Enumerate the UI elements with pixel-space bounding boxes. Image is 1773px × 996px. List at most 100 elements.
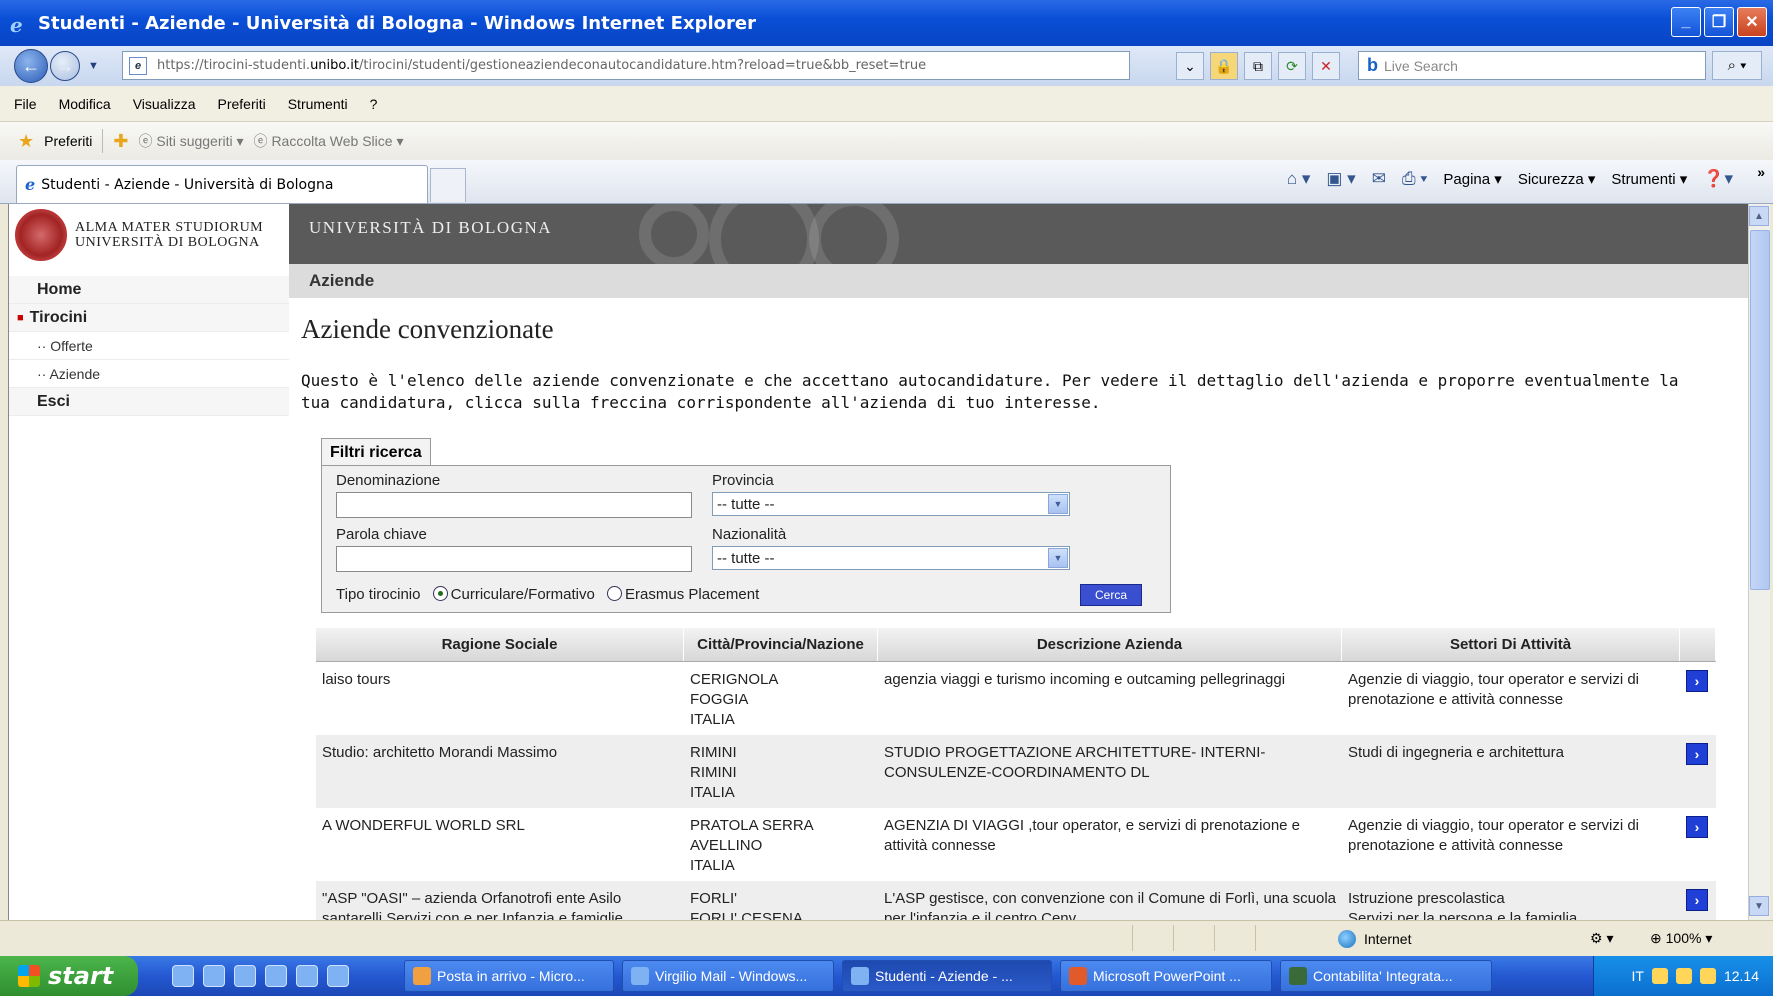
cerca-button[interactable]: Cerca xyxy=(1080,584,1142,606)
new-tab-button[interactable] xyxy=(430,168,466,202)
arrow-right-icon[interactable]: › xyxy=(1686,816,1708,838)
quicklaunch-ie-icon[interactable] xyxy=(172,965,194,987)
mail-icon[interactable]: ✉ xyxy=(1372,169,1386,189)
window-title: Studenti - Aziende - Università di Bolog… xyxy=(38,12,756,34)
minimize-button[interactable]: _ xyxy=(1671,7,1701,37)
radio-curriculare[interactable] xyxy=(432,586,448,601)
arrow-right-icon[interactable]: › xyxy=(1686,670,1708,692)
zoom-control[interactable]: ⊕ 100% ▾ xyxy=(1650,930,1712,947)
radio-erasmus[interactable] xyxy=(607,586,623,601)
lock-icon[interactable]: 🔒 xyxy=(1210,52,1238,80)
menu-modifica[interactable]: Modifica xyxy=(59,96,111,112)
quick-launch xyxy=(172,965,349,987)
ie-icon xyxy=(851,967,869,985)
tray-icon[interactable] xyxy=(1699,968,1716,984)
add-favorite-icon[interactable]: ✚ xyxy=(113,131,128,152)
address-dropdown-icon[interactable]: ⌄ xyxy=(1176,52,1204,80)
help-icon[interactable]: ❓▾ xyxy=(1703,169,1733,189)
task-contabilita[interactable]: Contabilita' Integrata... xyxy=(1280,960,1492,992)
header-descrizione[interactable]: Descrizione Azienda xyxy=(878,628,1342,661)
sidebar-item-home[interactable]: Home xyxy=(9,276,289,304)
task-outlook[interactable]: Posta in arrivo - Micro... xyxy=(404,960,614,992)
pagina-menu[interactable]: Pagina ▾ xyxy=(1443,170,1501,188)
tab-studenti-aziende[interactable]: e Studenti - Aziende - Università di Bol… xyxy=(16,165,428,203)
menu-preferiti[interactable]: Preferiti xyxy=(217,96,265,112)
home-icon[interactable]: ⌂ ▾ xyxy=(1287,169,1311,189)
window-titlebar: e Studenti - Aziende - Università di Bol… xyxy=(0,0,1773,46)
language-indicator[interactable]: IT xyxy=(1632,968,1644,984)
favorites-button[interactable]: Preferiti xyxy=(44,133,92,149)
web-slice-link[interactable]: ⓔ Raccolta Web Slice ▾ xyxy=(254,131,404,151)
scroll-down-icon[interactable]: ▼ xyxy=(1749,896,1769,916)
chevron-down-icon[interactable]: ▼ xyxy=(1048,494,1068,514)
table-row: A WONDERFUL WORLD SRL PRATOLA SERRA AVELL… xyxy=(316,808,1716,881)
start-button[interactable]: start xyxy=(0,956,138,996)
provincia-select[interactable]: -- tutte -- ▼ xyxy=(712,492,1070,516)
header-settori[interactable]: Settori Di Attività xyxy=(1342,628,1680,661)
windows-flag-icon xyxy=(18,965,40,987)
arrow-right-icon[interactable]: › xyxy=(1686,889,1708,911)
nazionalita-select[interactable]: -- tutte -- ▼ xyxy=(712,546,1070,570)
quicklaunch-outlook-icon[interactable] xyxy=(296,965,318,987)
recent-pages-dropdown[interactable]: ▼ xyxy=(88,60,99,72)
task-buttons: Posta in arrivo - Micro... Virgilio Mail… xyxy=(404,960,1492,992)
command-bar: ⌂ ▾ ▣ ▾ ✉ ⎙ ▾ Pagina ▾ Sicurezza ▾ Strum… xyxy=(1287,169,1733,189)
section-title: Aziende xyxy=(289,264,1748,298)
feeds-icon[interactable]: ▣ ▾ xyxy=(1326,169,1355,189)
sidebar-item-offerte[interactable]: ·· Offerte xyxy=(9,332,289,360)
cell-ragione: A WONDERFUL WORLD SRL xyxy=(322,817,525,834)
refresh-icon[interactable]: ⟳ xyxy=(1278,52,1306,80)
quicklaunch-app-icon[interactable] xyxy=(203,965,225,987)
menu-file[interactable]: File xyxy=(14,96,37,112)
address-input[interactable]: e https://tirocini-studenti.unibo.it/tir… xyxy=(122,51,1130,80)
task-virgilio[interactable]: Virgilio Mail - Windows... xyxy=(622,960,834,992)
menu-help[interactable]: ? xyxy=(370,96,378,112)
scroll-thumb[interactable] xyxy=(1750,230,1770,590)
outlook-icon xyxy=(413,967,431,985)
quicklaunch-doc-icon[interactable] xyxy=(327,965,349,987)
scroll-up-icon[interactable]: ▲ xyxy=(1749,206,1769,226)
sidebar-item-tirocini[interactable]: ■ Tirocini xyxy=(9,304,289,332)
compatibility-icon[interactable]: ⧉ xyxy=(1244,52,1272,80)
gear-decoration-icon xyxy=(809,204,899,264)
maximize-button[interactable]: ❐ xyxy=(1704,7,1734,37)
cell-ragione: "ASP "OASI" – azienda Orfanotrofi ente A… xyxy=(322,890,623,920)
favorites-star-icon[interactable]: ★ xyxy=(18,131,34,152)
sidebar-item-aziende[interactable]: ·· Aziende xyxy=(9,360,289,388)
intro-text: Questo è l'elenco delle aziende convenzi… xyxy=(301,371,1679,412)
forward-button[interactable]: → xyxy=(50,51,80,81)
parola-chiave-input[interactable] xyxy=(336,546,692,572)
strumenti-menu[interactable]: Strumenti ▾ xyxy=(1611,170,1687,188)
search-input[interactable]: b Live Search xyxy=(1358,51,1706,80)
page-icon: e xyxy=(129,56,147,75)
print-icon[interactable]: ⎙ ▾ xyxy=(1402,169,1427,189)
protected-mode-icon[interactable]: ⚙ ▾ xyxy=(1590,930,1613,947)
stop-icon[interactable]: ✕ xyxy=(1312,52,1340,80)
quicklaunch-app-icon[interactable] xyxy=(265,965,287,987)
quicklaunch-app-icon[interactable] xyxy=(234,965,256,987)
task-studenti-aziende[interactable]: Studenti - Aziende - ... xyxy=(842,960,1052,992)
header-ragione-sociale[interactable]: Ragione Sociale xyxy=(316,628,684,661)
menu-visualizza[interactable]: Visualizza xyxy=(133,96,196,112)
chevron-more-icon[interactable]: » xyxy=(1757,164,1765,180)
menu-strumenti[interactable]: Strumenti xyxy=(288,96,348,112)
close-button[interactable]: ✕ xyxy=(1737,7,1767,37)
task-powerpoint[interactable]: Microsoft PowerPoint ... xyxy=(1060,960,1272,992)
tray-icon[interactable] xyxy=(1675,968,1692,984)
security-zone[interactable]: Internet xyxy=(1338,929,1411,948)
app-icon xyxy=(1289,967,1307,985)
vertical-scrollbar[interactable]: ▲ ▼ xyxy=(1748,204,1770,920)
back-button[interactable]: ← xyxy=(14,49,48,83)
cell-settori: Studi di ingegneria e architettura xyxy=(1348,744,1564,761)
denominazione-input[interactable] xyxy=(336,492,692,518)
arrow-right-icon[interactable]: › xyxy=(1686,743,1708,765)
header-citta[interactable]: Città/Provincia/Nazione xyxy=(684,628,878,661)
chevron-down-icon[interactable]: ▼ xyxy=(1048,548,1068,568)
suggested-sites-link[interactable]: ⓔ Siti suggeriti ▾ xyxy=(138,131,243,151)
search-icon[interactable]: ⌕ ▾ xyxy=(1712,51,1762,80)
clock[interactable]: 12.14 xyxy=(1724,968,1759,984)
sidebar-item-esci[interactable]: Esci xyxy=(9,388,289,416)
tray-icon[interactable] xyxy=(1651,968,1668,984)
unibo-logo[interactable]: ALMA MATER STUDIORUM UNIVERSITÀ DI BOLOG… xyxy=(15,208,295,262)
sicurezza-menu[interactable]: Sicurezza ▾ xyxy=(1518,170,1596,188)
